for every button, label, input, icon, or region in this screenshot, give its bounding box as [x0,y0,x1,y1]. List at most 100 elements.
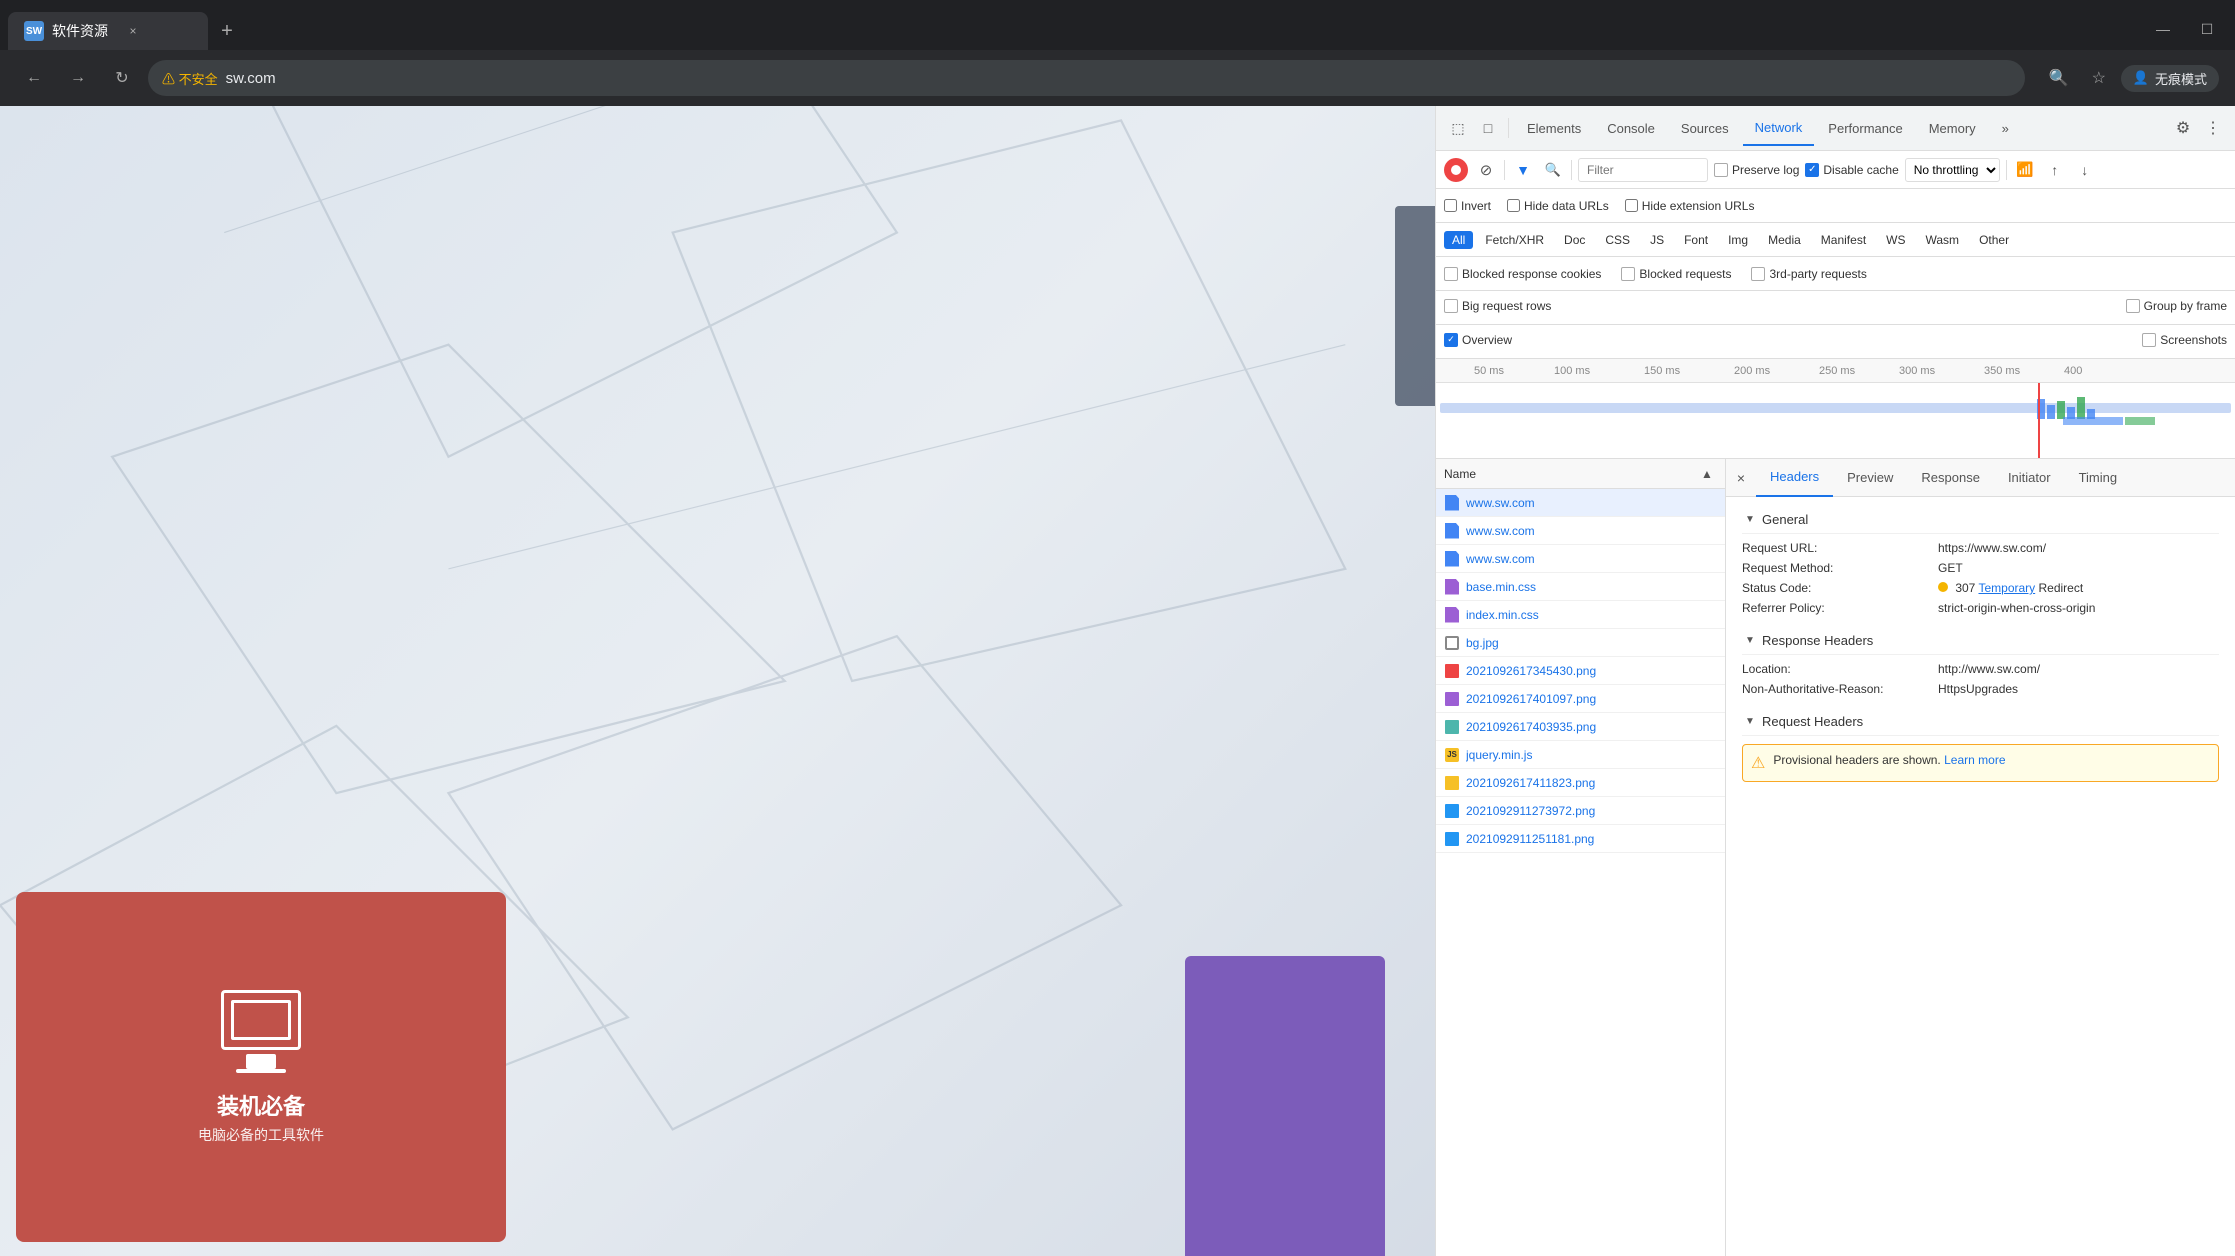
blocked-requests-text: Blocked requests [1639,267,1731,281]
list-header: Name ▲ [1436,459,1725,489]
record-button[interactable] [1444,158,1468,182]
general-section-header[interactable]: ▼ General [1742,505,2219,534]
search-network-button[interactable]: 🔍 [1541,158,1565,182]
list-item[interactable]: www.sw.com [1436,489,1725,517]
search-button[interactable]: 🔍 [2041,60,2077,96]
new-tab-button[interactable]: + [208,12,246,50]
inspect-element-tool[interactable]: ⬚ [1444,114,1472,142]
preserve-log-checkbox[interactable] [1714,163,1728,177]
detail-tab-preview[interactable]: Preview [1833,459,1907,497]
type-filter-js[interactable]: JS [1642,231,1672,249]
type-filter-img[interactable]: Img [1720,231,1756,249]
list-item[interactable]: 2021092617411823.png [1436,769,1725,797]
detail-tab-initiator[interactable]: Initiator [1994,459,2065,497]
hide-data-urls-checkbox[interactable] [1507,199,1520,212]
tab-network[interactable]: Network [1743,110,1815,146]
timeline-graph[interactable] [1436,383,2235,459]
third-party-requests-checkbox[interactable] [1751,267,1765,281]
detail-close-button[interactable]: × [1726,463,1756,493]
type-filter-manifest[interactable]: Manifest [1813,231,1874,249]
screenshots-label[interactable]: Screenshots [2142,333,2227,347]
tab-sources[interactable]: Sources [1669,110,1741,146]
big-rows-label[interactable]: Big request rows [1444,299,1551,313]
type-filter-doc[interactable]: Doc [1556,231,1593,249]
export-button[interactable]: ↓ [2073,158,2097,182]
type-filter-media[interactable]: Media [1760,231,1809,249]
type-filter-all[interactable]: All [1444,231,1473,249]
type-filter-ws[interactable]: WS [1878,231,1913,249]
preserve-log-label[interactable]: Preserve log [1714,163,1799,177]
timeline-area[interactable]: 50 ms 100 ms 150 ms 200 ms 250 ms 300 ms… [1436,359,2235,459]
type-filter-font[interactable]: Font [1676,231,1716,249]
hide-data-urls-label[interactable]: Hide data URLs [1507,199,1609,213]
list-item[interactable]: bg.jpg [1436,629,1725,657]
response-headers-section-header[interactable]: ▼ Response Headers [1742,626,2219,655]
blocked-requests-label[interactable]: Blocked requests [1621,267,1731,281]
incognito-button[interactable]: 👤 无痕模式 [2121,65,2219,92]
tab-close-button[interactable]: × [124,22,142,40]
tab-performance[interactable]: Performance [1816,110,1914,146]
disable-cache-checkbox[interactable]: ✓ [1805,163,1819,177]
status-highlight[interactable]: Temporary [1978,581,2035,595]
detail-tab-headers[interactable]: Headers [1756,459,1833,497]
devtools-more-button[interactable]: ⋮ [2199,114,2227,142]
overview-checkbox[interactable]: ✓ [1444,333,1458,347]
back-button[interactable]: ← [16,60,52,96]
third-party-requests-label[interactable]: 3rd-party requests [1751,267,1866,281]
address-bar[interactable]: ⚠ 不安全 sw.com [148,60,2025,96]
list-scroll-button[interactable]: ▲ [1697,464,1717,484]
disable-cache-label[interactable]: ✓ Disable cache [1805,163,1898,177]
device-toolbar-tool[interactable]: □ [1474,114,1502,142]
blocked-response-cookies-label[interactable]: Blocked response cookies [1444,267,1601,281]
refresh-button[interactable]: ↻ [104,60,140,96]
bookmark-button[interactable]: ☆ [2081,60,2117,96]
invert-label[interactable]: Invert [1444,199,1491,213]
overview-label[interactable]: ✓ Overview [1444,333,1512,347]
list-item[interactable]: 2021092617403935.png [1436,713,1725,741]
type-filter-css[interactable]: CSS [1597,231,1638,249]
tab-elements[interactable]: Elements [1515,110,1593,146]
list-item[interactable]: index.min.css [1436,601,1725,629]
type-filter-fetch-xhr[interactable]: Fetch/XHR [1477,231,1552,249]
big-rows-checkbox[interactable] [1444,299,1458,313]
list-item[interactable]: 2021092911251181.png [1436,825,1725,853]
minimize-button[interactable]: — [2143,12,2183,46]
clear-button[interactable]: ⊘ [1474,158,1498,182]
filter-input[interactable] [1578,158,1708,182]
list-item[interactable]: 2021092911273972.png [1436,797,1725,825]
options-row-2: Big request rows Group by frame [1436,291,2235,325]
tab-memory[interactable]: Memory [1917,110,1988,146]
list-item[interactable]: www.sw.com [1436,517,1725,545]
type-filter-wasm[interactable]: Wasm [1918,231,1968,249]
filter-button[interactable]: ▼ [1511,158,1535,182]
detail-tab-response[interactable]: Response [1907,459,1994,497]
list-item[interactable]: www.sw.com [1436,545,1725,573]
import-button[interactable]: ↑ [2043,158,2067,182]
type-filter-other[interactable]: Other [1971,231,2017,249]
forward-button[interactable]: → [60,60,96,96]
list-item[interactable]: 2021092617345430.png [1436,657,1725,685]
detail-tab-timing[interactable]: Timing [2065,459,2132,497]
devtools-settings-button[interactable]: ⚙ [2169,114,2197,142]
list-item[interactable]: base.min.css [1436,573,1725,601]
browser-tab[interactable]: SW 软件资源 × [8,12,208,50]
request-headers-section-header[interactable]: ▼ Request Headers [1742,707,2219,736]
blocked-requests-checkbox[interactable] [1621,267,1635,281]
list-item[interactable]: JS jquery.min.js [1436,741,1725,769]
blocked-response-cookies-checkbox[interactable] [1444,267,1458,281]
tab-more[interactable]: » [1990,110,2021,146]
screenshots-checkbox[interactable] [2142,333,2156,347]
hide-ext-urls-label[interactable]: Hide extension URLs [1625,199,1755,213]
group-by-frame-label[interactable]: Group by frame [2126,299,2227,313]
list-item[interactable]: 2021092617401097.png [1436,685,1725,713]
hide-ext-urls-checkbox[interactable] [1625,199,1638,212]
group-by-frame-checkbox[interactable] [2126,299,2140,313]
learn-more-link[interactable]: Learn more [1944,753,2005,767]
maximize-button[interactable]: ☐ [2187,12,2227,46]
wifi-icon[interactable]: 📶 [2013,158,2037,182]
throttle-select[interactable]: No throttling [1905,158,2000,182]
location-val: http://www.sw.com/ [1938,662,2219,676]
monitor-base [236,1069,286,1073]
tab-console[interactable]: Console [1595,110,1667,146]
invert-checkbox[interactable] [1444,199,1457,212]
